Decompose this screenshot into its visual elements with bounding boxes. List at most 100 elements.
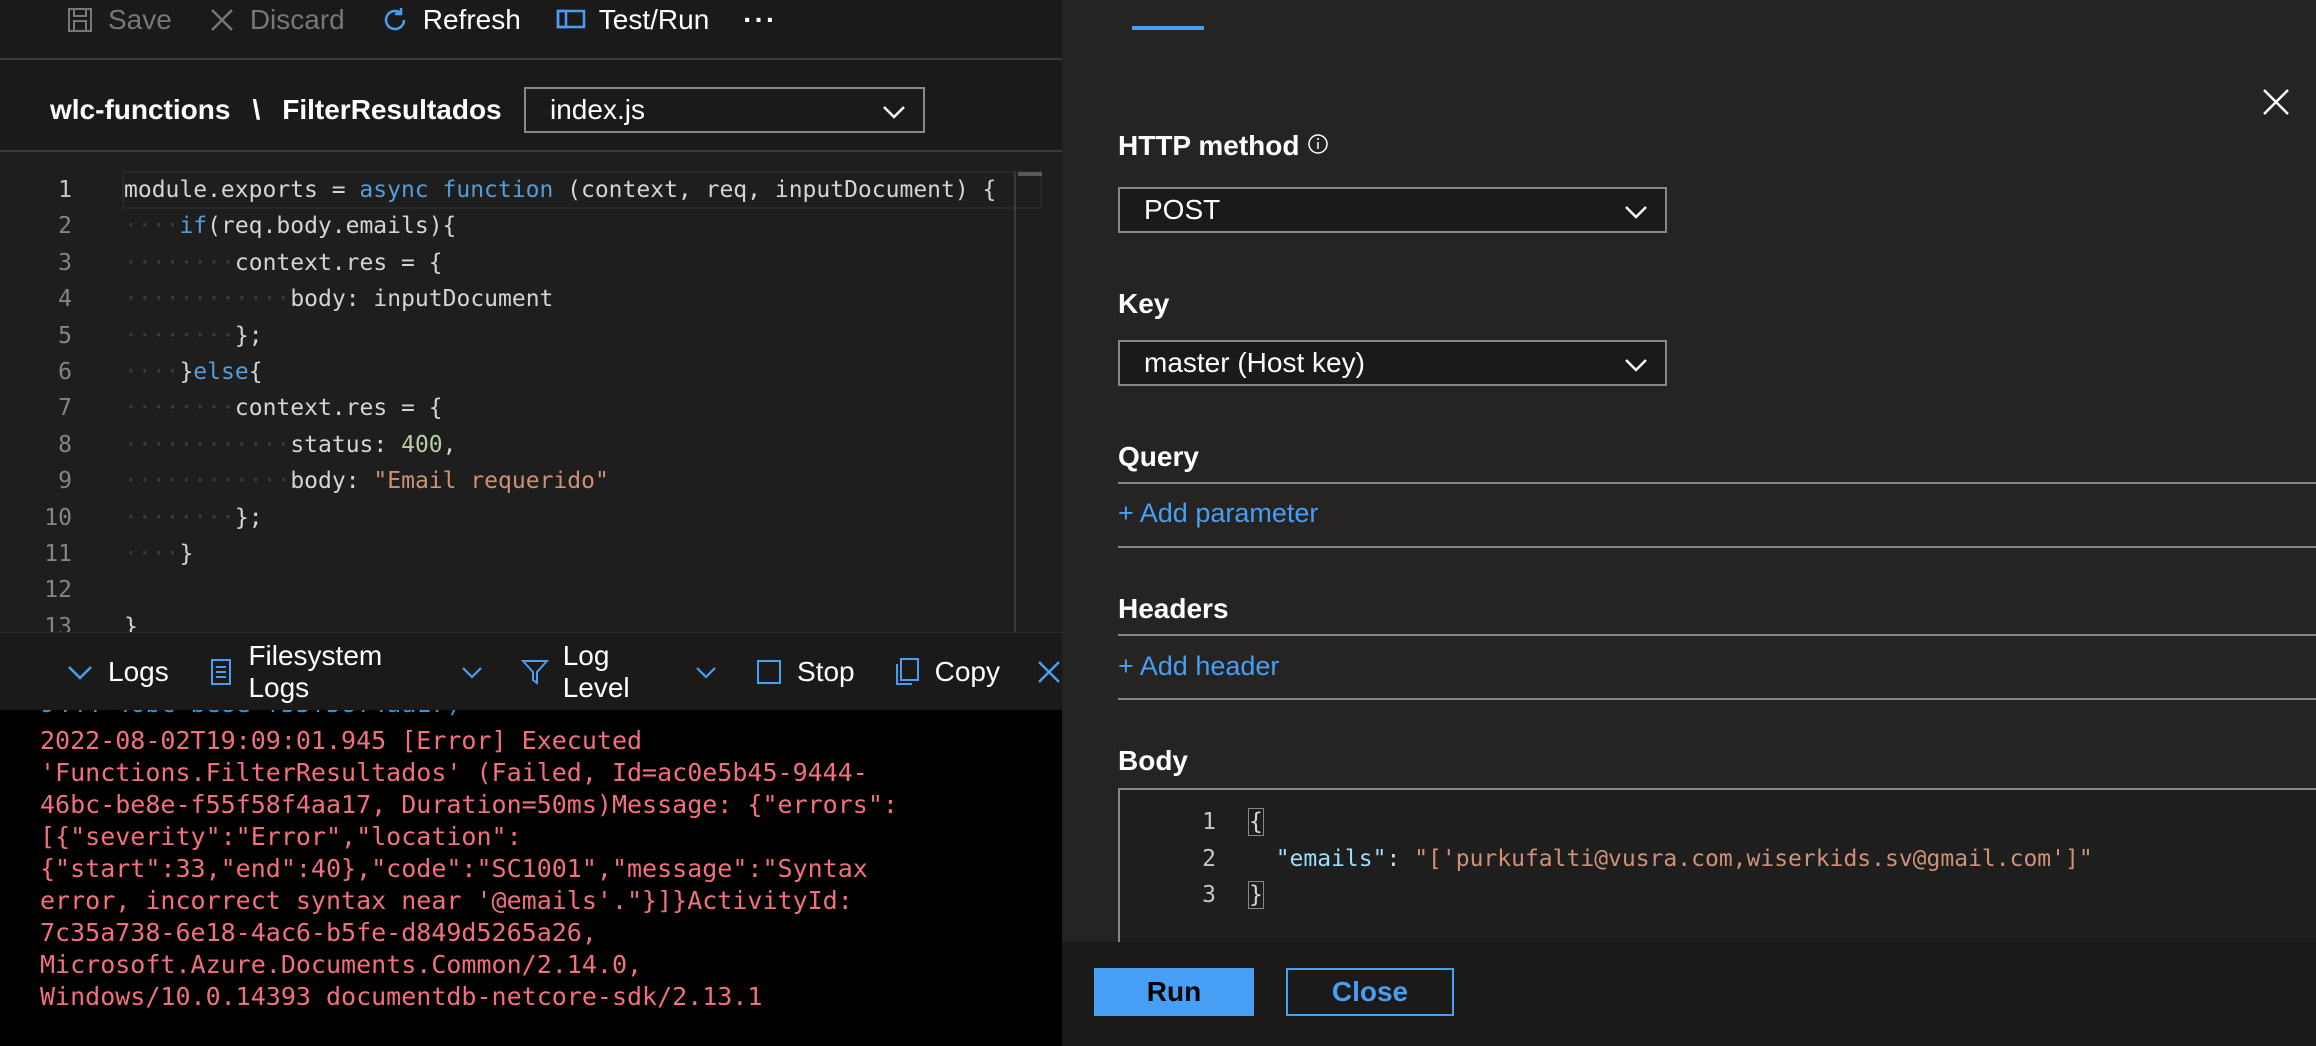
http-method-value: POST — [1144, 194, 1221, 225]
copy-icon — [891, 656, 923, 688]
body-text: { — [1248, 808, 1264, 836]
http-method-dropdown[interactable]: POST — [1118, 187, 1667, 233]
code-line[interactable]: 4 ············body: inputDocument — [0, 281, 1062, 317]
more-icon: ··· — [743, 4, 778, 35]
add-parameter-link[interactable]: + Add parameter — [1118, 498, 1318, 529]
headers-label: Headers — [1118, 593, 1229, 624]
close-icon — [1036, 658, 1062, 686]
copy-label: Copy — [934, 655, 1000, 687]
line-number: 3 — [58, 249, 72, 276]
code-line[interactable]: 13} — [0, 609, 1062, 632]
refresh-label: Refresh — [422, 4, 521, 35]
code-line[interactable]: 2 ····if(req.body.emails){ — [0, 208, 1062, 244]
headers-divider — [1118, 634, 2316, 636]
toolbar-divider — [0, 58, 1062, 60]
http-method-label-text: HTTP method — [1118, 130, 1300, 161]
breadcrumb-function[interactable]: FilterResultados — [282, 94, 501, 126]
code-text: ····if(req.body.emails){ — [124, 213, 457, 240]
headers-bottom-divider — [1118, 698, 2316, 700]
chevron-down-icon — [695, 661, 717, 683]
body-text: "emails": "['purkufalti@vusra.com,wiserk… — [1248, 845, 2093, 872]
active-tab-indicator — [1132, 26, 1204, 30]
file-select-dropdown[interactable]: index.js — [524, 87, 925, 133]
code-text: ····}else{ — [124, 359, 263, 385]
code-line[interactable]: 3 ········context.res = { — [0, 245, 1062, 281]
line-number: 12 — [44, 577, 72, 604]
line-number: 8 — [58, 431, 72, 458]
more-button[interactable]: ··· — [743, 0, 777, 40]
code-editor[interactable]: 1 module.exports = async function (contex… — [0, 150, 1062, 632]
code-line[interactable]: 6 ····}else{ — [0, 354, 1062, 390]
log-entry-error: 2022-08-02T19:09:01.945 [Error] Executed… — [40, 726, 898, 1011]
line-number: 5 — [58, 322, 72, 349]
code-line[interactable]: 10 ········}; — [0, 500, 1062, 536]
code-text: ········context.res = { — [124, 395, 443, 422]
key-value: master (Host key) — [1144, 347, 1365, 378]
code-text: ············status: 400, — [124, 431, 457, 458]
code-text: ········}; — [124, 322, 263, 349]
panel-footer: Run Close — [1062, 942, 2316, 1046]
log-level-dropdown[interactable]: Log Level — [519, 640, 717, 704]
line-number: 1 — [1202, 809, 1216, 835]
filesystem-logs-label: Filesystem Logs — [248, 639, 383, 703]
test-run-panel: HTTP method POST Key master (Host key) Q… — [1062, 0, 2316, 1046]
body-label: Body — [1118, 745, 1188, 776]
test-run-button[interactable]: Test/Run — [555, 0, 710, 40]
discard-label: Discard — [249, 4, 345, 35]
logs-label: Logs — [108, 655, 169, 687]
key-dropdown[interactable]: master (Host key) — [1118, 340, 1667, 386]
code-text: ····} — [124, 541, 194, 567]
save-label: Save — [108, 4, 172, 35]
code-line[interactable]: 8 ············status: 400, — [0, 427, 1062, 463]
log-output: 9444-46bc-be8e-f55f58f4aa17) 2022-08-02T… — [0, 710, 1062, 1046]
code-line[interactable]: 12 — [0, 572, 1062, 608]
copy-button[interactable]: Copy — [891, 656, 1000, 688]
breadcrumb-separator: \ — [252, 94, 261, 125]
discard-button[interactable]: Discard — [206, 0, 345, 40]
stop-icon — [753, 656, 785, 688]
test-run-icon — [555, 4, 587, 36]
log-level-label: Log Level — [562, 639, 630, 703]
add-header-link[interactable]: + Add header — [1118, 651, 1279, 682]
line-number: 10 — [44, 504, 72, 531]
line-number: 2 — [58, 213, 72, 240]
save-button[interactable]: Save — [64, 0, 172, 40]
http-method-label: HTTP method — [1118, 130, 1329, 162]
line-number: 9 — [58, 468, 72, 495]
line-number: 7 — [58, 395, 72, 422]
line-number: 13 — [44, 613, 72, 632]
body-line[interactable]: 1{ — [1120, 804, 2316, 840]
refresh-icon — [379, 4, 411, 36]
expand-logs-button[interactable] — [1036, 658, 1062, 686]
chevron-down-icon — [881, 99, 907, 132]
code-line[interactable]: 5 ········}; — [0, 318, 1062, 354]
logs-toggle-button[interactable]: Logs — [64, 656, 169, 688]
line-number: 2 — [1202, 845, 1216, 872]
body-line[interactable]: 2 "emails": "['purkufalti@vusra.com,wise… — [1120, 841, 2316, 877]
close-icon — [2263, 89, 2289, 115]
info-icon[interactable] — [1307, 130, 1329, 162]
document-icon — [205, 656, 237, 688]
body-line[interactable]: 3} — [1120, 877, 2316, 913]
stop-button[interactable]: Stop — [753, 656, 855, 688]
line-number: 6 — [58, 359, 72, 385]
file-select-value: index.js — [550, 94, 645, 125]
filesystem-logs-dropdown[interactable]: Filesystem Logs — [205, 640, 483, 704]
save-icon — [64, 4, 96, 36]
query-divider — [1118, 482, 2316, 484]
refresh-button[interactable]: Refresh — [379, 0, 521, 40]
code-line[interactable]: 11 ····} — [0, 536, 1062, 572]
chevron-down-icon — [64, 656, 96, 688]
discard-icon — [206, 4, 238, 36]
breadcrumb-app[interactable]: wlc-functions — [50, 94, 230, 126]
test-run-label: Test/Run — [598, 4, 710, 35]
body-text: } — [1248, 881, 1264, 909]
code-line[interactable]: 9 ············body: "Email requerido" — [0, 463, 1062, 499]
code-text: ············body: "Email requerido" — [124, 468, 609, 495]
code-line[interactable]: 1 module.exports = async function (contex… — [0, 172, 1062, 208]
request-body-editor[interactable]: 1{2 "emails": "['purkufalti@vusra.com,wi… — [1118, 788, 2316, 948]
code-line[interactable]: 7 ········context.res = { — [0, 390, 1062, 426]
run-button[interactable]: Run — [1094, 968, 1254, 1016]
close-button[interactable]: Close — [1286, 968, 1454, 1016]
close-panel-button[interactable] — [2258, 84, 2294, 120]
